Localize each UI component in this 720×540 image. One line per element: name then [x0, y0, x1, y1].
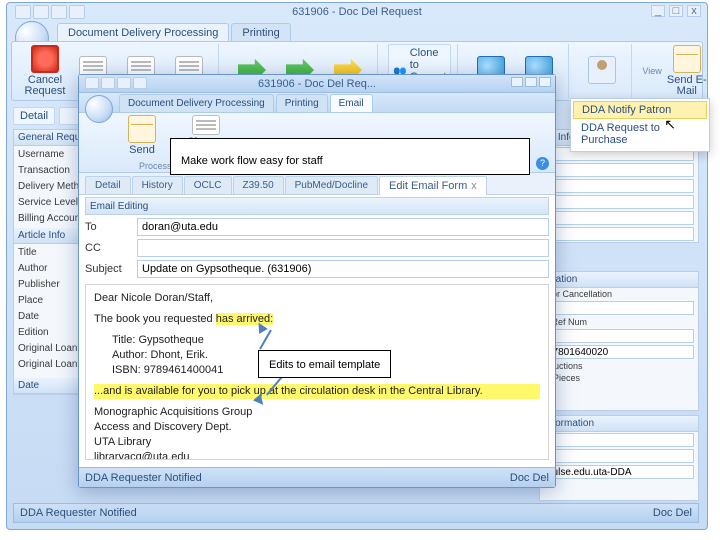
callout-edits: Edits to email template — [258, 350, 391, 378]
outer-ribbon-tabs: Document Delivery Processing Printing — [57, 23, 291, 42]
tab-email[interactable]: Email — [330, 94, 373, 112]
to-label: To — [85, 221, 131, 233]
field-input[interactable] — [544, 449, 694, 463]
user-button[interactable] — [579, 56, 625, 86]
tab-detail[interactable]: Detail — [13, 107, 55, 125]
to-field[interactable] — [137, 218, 549, 236]
group-label-process: Process — [139, 161, 172, 171]
inner-window-controls — [511, 77, 551, 87]
field-input[interactable] — [544, 433, 694, 447]
tab-close-icon[interactable]: x — [471, 180, 477, 192]
inner-tabstrip: Detail History OCLC Z39.50 PubMed/Doclin… — [79, 173, 555, 195]
tab-history[interactable]: History — [132, 176, 183, 194]
subject-label: Subject — [85, 263, 131, 275]
panel-header: rmation — [540, 272, 698, 288]
body-sig: UTA Library — [94, 435, 540, 450]
status-left: DDA Requester Notified — [85, 472, 202, 484]
inner-ribbon-tabs: Document Delivery Processing Printing Em… — [79, 93, 555, 113]
tab-z3950[interactable]: Z39.50 — [233, 176, 284, 194]
tab-oclc[interactable]: OCLC — [184, 176, 232, 194]
help-icon[interactable]: ? — [536, 157, 549, 170]
qat-icon[interactable] — [33, 5, 49, 19]
field-input[interactable] — [544, 195, 694, 209]
cc-label: CC — [85, 242, 131, 254]
close-icon[interactable] — [539, 77, 551, 87]
inner-status-bar: DDA Requester Notified Doc Del — [79, 467, 555, 487]
inner-quick-access — [85, 77, 147, 89]
body-greeting: Dear Nicole Doran/Staff, — [94, 291, 540, 306]
field-input[interactable] — [544, 211, 694, 225]
tab-ddp[interactable]: Document Delivery Processing — [119, 94, 274, 112]
body-sig: Monographic Acquisitions Group — [94, 405, 540, 420]
minimize-icon[interactable] — [511, 77, 523, 87]
status-right: Doc Del — [510, 472, 549, 484]
inner-title-bar: 631906 - Doc Del Req... — [79, 75, 555, 93]
inner-window: 631906 - Doc Del Req... Document Deliver… — [78, 74, 556, 488]
cancel-request-button[interactable]: Cancel Request — [22, 45, 68, 97]
body-sig: libraryacq@uta.edu — [94, 450, 540, 460]
outer-window-title: 631906 - Doc Del Request — [7, 3, 707, 21]
outer-window-controls: _ □ x — [651, 5, 701, 17]
highlighted-text: ...and is available for you to pick up a… — [94, 384, 540, 399]
field-input[interactable] — [544, 227, 694, 241]
body-sig: Access and Discovery Dept. — [94, 420, 540, 435]
qat-icon[interactable] — [117, 77, 131, 89]
status-left: DDA Requester Notified — [20, 507, 137, 519]
active-tab-label: Edit Email Form — [389, 180, 467, 192]
maximize-icon[interactable]: □ — [669, 5, 683, 17]
qat-icon[interactable] — [133, 77, 147, 89]
qat-icon[interactable] — [51, 5, 67, 19]
mail-icon — [673, 45, 701, 73]
inner-app-orb[interactable] — [85, 95, 113, 123]
isbn-field[interactable] — [544, 345, 694, 359]
maximize-icon[interactable] — [525, 77, 537, 87]
cancel-icon — [31, 45, 59, 73]
subject-field[interactable] — [137, 260, 549, 278]
document-icon — [192, 115, 220, 135]
send-email-menu: DDA Notify Patron DDA Request to Purchas… — [570, 98, 710, 152]
cancel-label: Cancel Request — [22, 75, 68, 97]
field-input[interactable] — [544, 301, 694, 315]
body-line: The book you requested has arrived: — [94, 312, 540, 327]
view-label: View — [642, 66, 661, 76]
qat-icon[interactable] — [101, 77, 115, 89]
qat-icon[interactable] — [15, 5, 31, 19]
tab-ddp[interactable]: Document Delivery Processing — [57, 23, 229, 42]
callout-main: Make work flow easy for staff — [170, 138, 530, 175]
right-bot-panel: Information — [539, 415, 699, 501]
qat-icon[interactable] — [85, 77, 99, 89]
send-label: Send — [129, 145, 155, 156]
tab-printing[interactable]: Printing — [231, 23, 290, 42]
send-email-button[interactable]: Send E-Mail — [664, 45, 710, 97]
right-mid-panel: rmation r for Cancellation g/Ref Num str… — [539, 271, 699, 411]
tab-printing[interactable]: Printing — [276, 94, 328, 112]
minimize-icon[interactable]: _ — [651, 5, 665, 17]
sendemail-label: Send E-Mail — [664, 75, 710, 97]
outer-quick-access — [15, 5, 85, 19]
qat-icon[interactable] — [69, 5, 85, 19]
tab-pubmed[interactable]: PubMed/Docline — [285, 176, 378, 194]
user-icon — [588, 56, 616, 84]
field-input[interactable] — [544, 163, 694, 177]
tab-detail[interactable]: Detail — [85, 176, 131, 194]
inner-window-title: 631906 - Doc Del Req... — [258, 78, 376, 90]
outer-status-bar: DDA Requester Notified Doc Del — [13, 503, 699, 523]
mail-icon — [128, 115, 156, 143]
status-right: Doc Del — [653, 507, 692, 519]
body-title: Title: Gypsotheque — [94, 333, 540, 348]
cc-field[interactable] — [137, 239, 549, 257]
section-header: Email Editing — [85, 197, 549, 215]
menu-item-purchase[interactable]: DDA Request to Purchase — [571, 119, 709, 149]
email-form: Email Editing To CC Subject Dear Nicole … — [79, 197, 555, 460]
field-input[interactable] — [544, 465, 694, 479]
field-input[interactable] — [544, 329, 694, 343]
field-input[interactable] — [544, 179, 694, 193]
menu-item-notify[interactable]: DDA Notify Patron — [573, 101, 707, 119]
panel-header: Information — [540, 416, 698, 432]
tab-edit-email-form[interactable]: Edit Email Form x — [379, 176, 487, 195]
close-icon[interactable]: x — [687, 5, 701, 17]
